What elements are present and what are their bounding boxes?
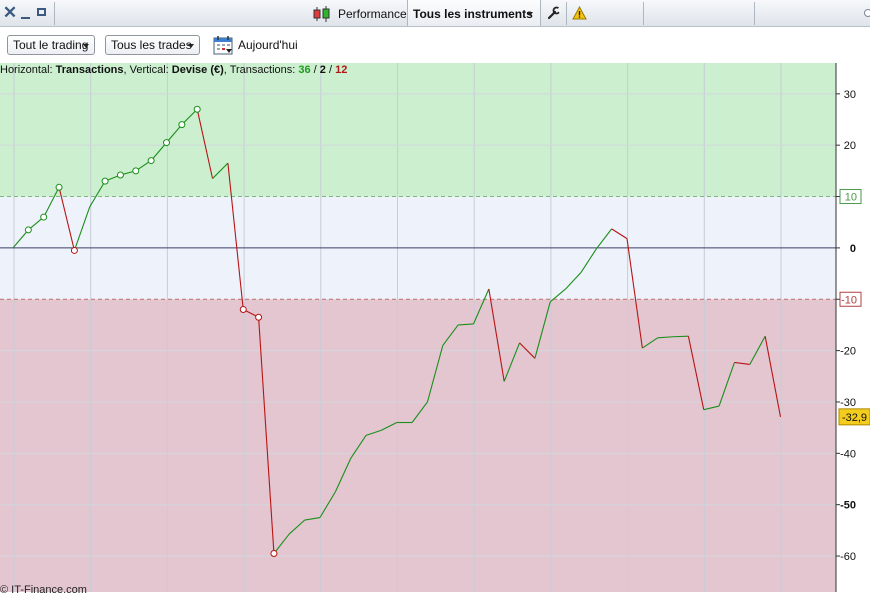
window-option-icon[interactable] — [864, 9, 870, 17]
loss-zone — [0, 299, 836, 592]
trades-filter-dropdown[interactable]: Tous les trades — [105, 35, 200, 55]
y-tick-label: 0 — [850, 243, 856, 255]
transactions-total: 36 — [298, 64, 311, 76]
data-point-marker — [193, 105, 201, 113]
candlestick-icon — [313, 6, 330, 22]
toolbar-separator — [754, 2, 755, 25]
data-point-marker — [101, 177, 109, 185]
calendar-icon[interactable] — [213, 35, 233, 55]
h-axis-value: Transactions — [55, 64, 124, 76]
data-point-marker — [178, 121, 186, 129]
data-point-marker — [270, 549, 278, 557]
copyright-footer: © IT-Finance.com — [0, 584, 87, 596]
data-point-marker — [70, 246, 78, 254]
chevron-down-icon — [188, 44, 194, 48]
y-tick-label: -30 — [840, 397, 856, 409]
toolbar-separator — [54, 2, 55, 25]
data-point-marker — [55, 183, 63, 191]
data-point-marker — [255, 313, 263, 321]
chevron-down-icon — [83, 44, 89, 48]
y-tick-label: 20 — [844, 140, 856, 152]
data-point-marker — [24, 226, 32, 234]
trading-filter-label: Tout le trading — [13, 38, 89, 52]
y-tick-label: 10 — [845, 192, 857, 204]
maximize-icon[interactable] — [35, 4, 51, 22]
wrench-icon[interactable] — [547, 6, 561, 20]
transactions-losses: 12 — [335, 64, 348, 76]
y-tick-label: -10 — [841, 294, 857, 306]
trades-filter-label: Tous les trades — [111, 38, 192, 52]
h-prefix: Horizontal: — [0, 64, 56, 76]
chevron-down-icon — [527, 12, 533, 16]
sep-2: / — [325, 64, 336, 76]
date-range-label[interactable]: Aujourd'hui — [238, 38, 298, 52]
toolbar-separator — [566, 2, 567, 25]
data-point-marker — [147, 157, 155, 165]
y-tick-label: 30 — [844, 89, 856, 101]
window-titlebar: ✕ Performance Tous les instruments — [0, 0, 870, 27]
y-tick-label: -40 — [840, 448, 856, 460]
trading-filter-dropdown[interactable]: Tout le trading — [7, 35, 95, 55]
data-point-marker — [40, 213, 48, 221]
performance-chart: 30 20 10 0 -10 -20 -30 -40 -50 -60 -32,9 — [0, 63, 870, 592]
v-axis-value: Devise (€) — [171, 64, 224, 76]
series-segment-up — [673, 335, 689, 338]
y-tick-label: -50 — [840, 500, 856, 512]
data-point-marker — [163, 139, 170, 147]
chart-info-line: Horizontal: Transactions, Vertical: Devi… — [0, 64, 347, 76]
y-tick-label: -20 — [840, 346, 856, 358]
v-prefix: , Vertical: — [123, 64, 172, 76]
data-point-marker — [116, 171, 124, 179]
last-value-label: -32,9 — [842, 412, 867, 424]
data-point-marker — [239, 306, 247, 314]
minimize-icon[interactable] — [18, 4, 34, 22]
toolbar-separator — [643, 2, 644, 25]
data-point-marker — [132, 167, 140, 175]
instrument-dropdown[interactable]: Tous les instruments — [407, 0, 541, 26]
window-title: Performance — [338, 7, 407, 21]
warning-icon[interactable] — [572, 6, 587, 20]
y-tick-label: -60 — [840, 551, 856, 563]
sep-1: / — [310, 64, 320, 76]
profit-zone — [0, 63, 836, 197]
close-icon[interactable]: ✕ — [2, 4, 18, 22]
t-prefix: , Transactions: — [223, 64, 299, 76]
instrument-dropdown-label: Tous les instruments — [413, 7, 533, 21]
